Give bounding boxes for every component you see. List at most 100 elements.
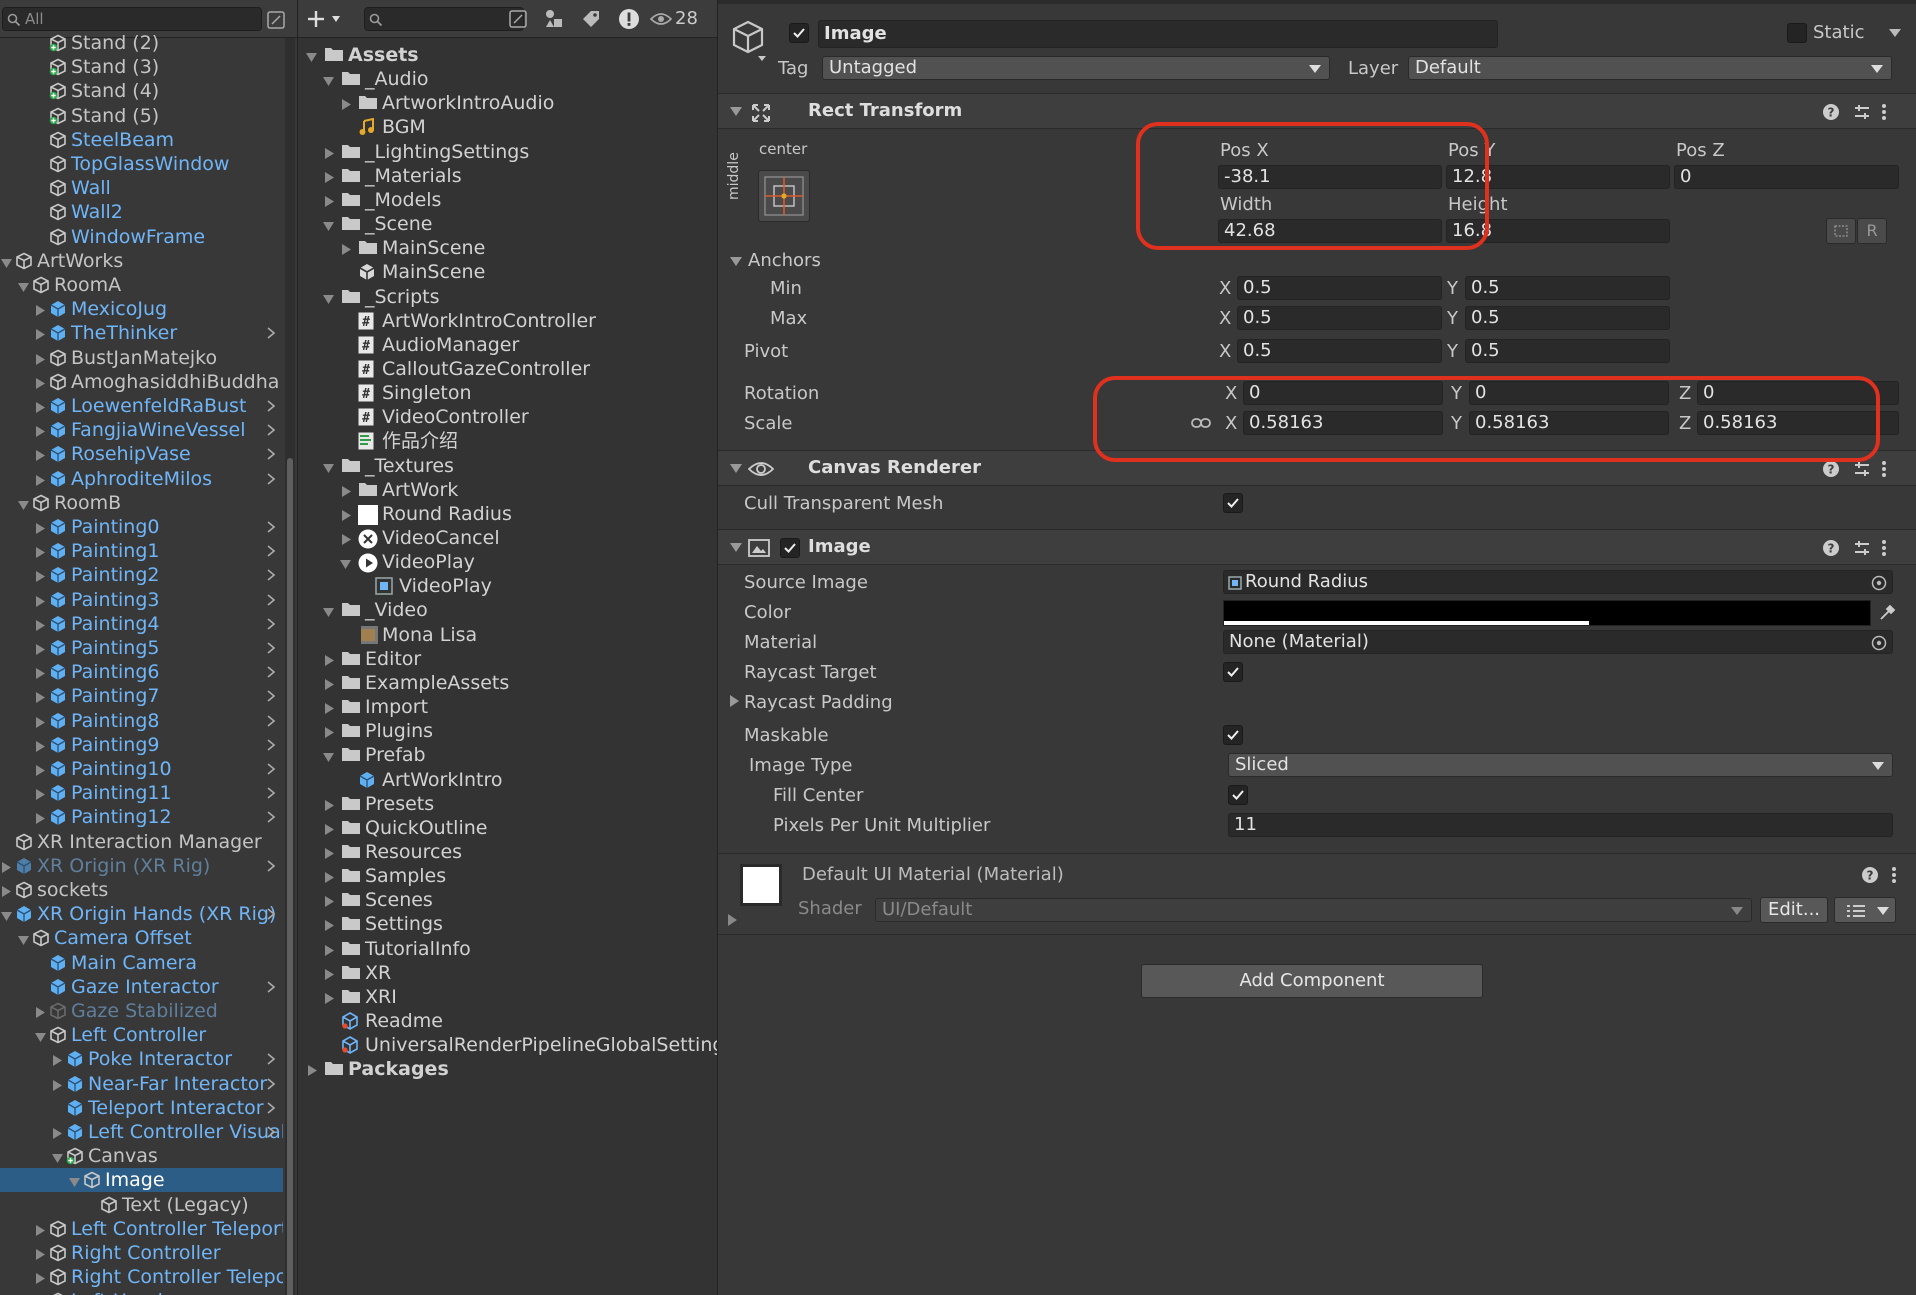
expand-arrow-icon[interactable] [36,789,45,801]
image-enabled-checkbox[interactable] [780,538,800,558]
project-asset[interactable]: Mona Lisa [298,623,717,647]
hierarchy-item[interactable]: Text (Legacy) [0,1193,283,1217]
raycast-target-checkbox[interactable] [1223,662,1243,682]
hierarchy-item[interactable]: Painting3 [0,588,283,612]
collapse-arrow-icon[interactable] [323,77,334,87]
source-image-field[interactable]: Round Radius [1223,570,1893,594]
hierarchy-item[interactable]: Stand (4) [0,79,283,103]
cull-transparent-checkbox[interactable] [1223,493,1243,513]
add-component-button[interactable]: Add Component [1141,964,1483,998]
project-folder[interactable]: XR [298,961,717,985]
hierarchy-item[interactable]: Right Controller Teleport [0,1265,283,1289]
expand-arrow-icon[interactable] [325,147,334,159]
project-asset[interactable]: BGM [298,115,717,139]
project-folder[interactable]: Assets [298,43,717,67]
hierarchy-item[interactable]: Camera Offset [0,926,283,950]
project-asset[interactable]: ArtWorkIntro [298,768,717,792]
project-folder[interactable]: ArtworkIntroAudio [298,91,717,115]
expand-arrow-icon[interactable] [36,644,45,655]
material-foldout-icon[interactable] [728,914,738,926]
project-folder[interactable]: _Scripts [298,285,717,309]
hierarchy-item[interactable]: Painting10 [0,757,283,781]
expand-arrow-icon[interactable] [36,595,45,607]
expand-arrow-icon[interactable] [53,1055,62,1067]
expand-arrow-icon[interactable] [325,872,334,884]
hierarchy-item[interactable]: Wall2 [0,200,283,224]
hierarchy-item[interactable]: sockets [0,878,283,902]
project-folder[interactable]: _Audio [298,67,717,91]
expand-arrow-icon[interactable] [36,668,45,680]
collapse-arrow-icon[interactable] [35,1033,46,1043]
hierarchy-item[interactable]: ArtWorks [0,249,283,273]
expand-arrow-icon[interactable] [36,571,45,583]
layer-dropdown[interactable]: Default [1408,56,1892,80]
more-menu-icon[interactable] [1881,103,1887,121]
expand-arrow-icon[interactable] [325,654,334,666]
maskable-checkbox[interactable] [1223,725,1243,745]
expand-arrow-icon[interactable] [325,823,334,835]
collapse-arrow-icon[interactable] [52,1154,63,1164]
chevron-right-icon[interactable] [267,569,275,582]
presets-icon[interactable] [1853,460,1871,478]
expand-arrow-icon[interactable] [325,920,334,932]
hierarchy-item[interactable]: Near-Far Interactor [0,1072,283,1096]
hierarchy-item[interactable]: AphroditeMilos [0,467,283,491]
project-asset[interactable]: # AudioManager [298,333,717,357]
chevron-right-icon[interactable] [267,787,275,799]
project-folder[interactable]: _Models [298,188,717,212]
chevron-right-icon[interactable] [267,1053,275,1066]
material-preview-thumbnail[interactable] [740,864,782,906]
image-header[interactable]: Image ? [718,529,1916,565]
hierarchy-search-input[interactable]: All [2,7,262,31]
collapse-arrow-icon[interactable] [18,283,29,292]
foldout-arrow-icon[interactable] [730,543,742,553]
foldout-arrow-icon[interactable] [730,464,742,474]
chevron-right-icon[interactable] [267,739,275,751]
chevron-right-icon[interactable] [267,763,275,775]
expand-arrow-icon[interactable] [342,99,351,111]
color-field[interactable] [1223,600,1871,626]
hierarchy-item[interactable]: Stand (5) [0,104,283,128]
collapse-arrow-icon[interactable] [323,222,334,232]
chevron-right-icon[interactable] [267,811,275,824]
hierarchy-item[interactable]: Stand (2) [0,31,283,55]
expand-arrow-icon[interactable] [36,426,45,438]
hierarchy-item[interactable]: MexicoJug [0,297,283,321]
hierarchy-item[interactable]: WindowFrame [0,225,283,249]
expand-arrow-icon[interactable] [325,727,334,739]
more-menu-icon[interactable] [1881,460,1887,478]
project-asset[interactable]: Readme [298,1009,717,1033]
hierarchy-item[interactable]: Painting1 [0,539,283,563]
hierarchy-item[interactable]: Painting8 [0,709,283,733]
collapse-arrow-icon[interactable] [18,936,29,946]
presets-icon[interactable] [1853,539,1871,557]
expand-arrow-icon[interactable] [36,1273,45,1285]
hierarchy-item[interactable]: FangjiaWineVessel [0,418,283,442]
hierarchy-item[interactable]: RoomA [0,273,283,297]
add-asset-button[interactable] [306,8,346,30]
chevron-right-icon[interactable] [267,1077,275,1090]
expand-arrow-icon[interactable] [36,1007,45,1018]
filter-by-label-icon[interactable] [580,8,602,30]
project-folder[interactable]: _LightingSettings [298,140,717,164]
hierarchy-item[interactable]: Canvas [0,1144,283,1168]
blueprint-mode-button[interactable] [1826,218,1856,244]
expand-arrow-icon[interactable] [325,703,334,715]
hierarchy-scroll-thumb[interactable] [287,458,293,1295]
project-folder[interactable]: ExampleAssets [298,671,717,695]
object-picker-icon[interactable] [1871,635,1887,651]
search-scene-icon[interactable] [508,9,528,29]
chevron-right-icon[interactable] [267,1102,275,1114]
project-folder[interactable]: _Video [298,598,717,622]
project-folder[interactable]: Plugins [298,719,717,743]
project-folder[interactable]: MainScene [298,236,717,260]
expand-arrow-icon[interactable] [325,799,334,811]
static-checkbox[interactable] [1787,23,1807,43]
project-folder[interactable]: TutorialInfo [298,937,717,961]
anchor-min-y-field[interactable]: 0.5 [1465,276,1670,300]
project-asset[interactable]: # VideoController [298,405,717,429]
collapse-arrow-icon[interactable] [18,500,29,510]
project-asset[interactable]: VideoPlay [298,550,717,574]
chevron-right-icon[interactable] [267,618,275,630]
collapse-arrow-icon[interactable] [69,1178,80,1188]
